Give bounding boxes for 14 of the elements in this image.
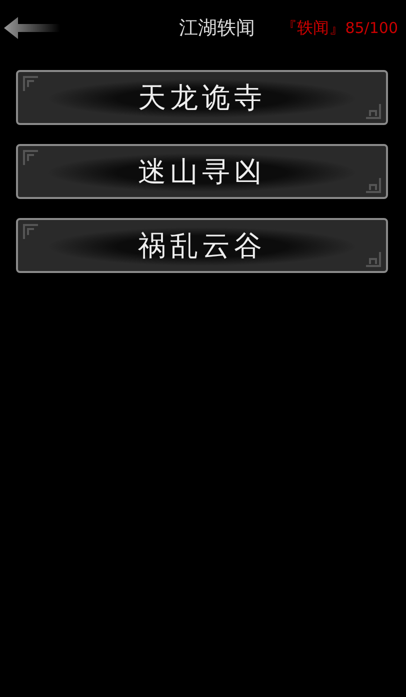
corner-ornament-icon xyxy=(22,149,40,167)
corner-ornament-icon xyxy=(22,223,40,241)
corner-ornament-icon xyxy=(364,102,382,120)
corner-ornament-icon xyxy=(22,75,40,93)
progress-count: 85/100 xyxy=(345,19,398,37)
corner-ornament-icon xyxy=(364,250,382,268)
story-button[interactable]: 祸乱云谷 xyxy=(16,218,388,273)
corner-ornament-icon xyxy=(364,176,382,194)
page-title: 江湖轶闻 xyxy=(179,16,256,41)
category-label: 『轶闻』 xyxy=(281,18,346,38)
back-button[interactable] xyxy=(4,15,60,41)
story-button[interactable]: 迷山寻凶 xyxy=(16,144,388,199)
back-arrow-icon xyxy=(4,15,60,41)
story-button[interactable]: 天龙诡寺 xyxy=(16,70,388,125)
